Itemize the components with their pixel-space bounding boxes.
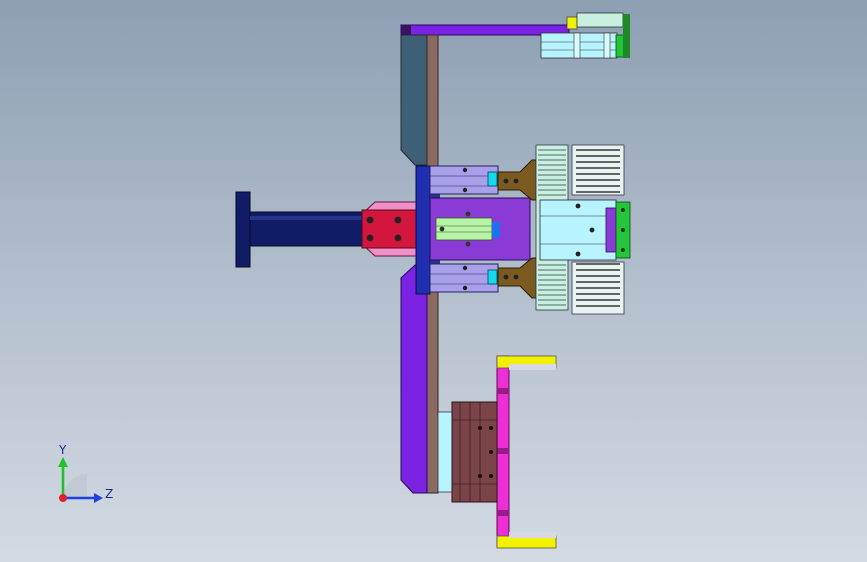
lower-gripper[interactable] — [429, 257, 537, 299]
middle-cyan-block[interactable] — [539, 199, 631, 261]
upper-gripper[interactable] — [429, 159, 537, 201]
y-axis-arrow-icon — [58, 457, 68, 467]
x-axis-dot-icon — [59, 494, 67, 502]
cylinder-shaft[interactable] — [235, 191, 363, 268]
clamp-block[interactable] — [361, 201, 421, 257]
triad-quadrant — [63, 474, 87, 498]
z-axis-label: Z — [105, 487, 113, 501]
lower-violet-plate[interactable] — [400, 264, 428, 494]
upper-slate-plate[interactable] — [400, 34, 428, 166]
bottom-bracket[interactable] — [496, 355, 557, 549]
assembly-model[interactable] — [0, 0, 867, 562]
z-axis-arrow-icon — [94, 493, 103, 503]
y-axis-label: Y — [58, 443, 67, 457]
bottom-actuator[interactable] — [437, 401, 498, 503]
orientation-triad: Y Z — [58, 443, 113, 503]
cad-viewport[interactable]: Y Z — [0, 0, 867, 562]
